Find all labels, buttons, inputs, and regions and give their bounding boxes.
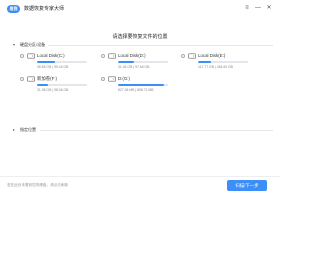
divider [40, 130, 273, 131]
scan-next-button[interactable]: 扫描/下一步 [227, 180, 267, 191]
hard-disk-icon [108, 53, 116, 59]
drive-size: 31.04 GB | 97.66 GB [118, 65, 150, 69]
page-heading: 请选择要恢复文件的位置 [112, 34, 168, 40]
drive-name: D:(G:) [118, 76, 130, 81]
close-icon[interactable]: ✕ [265, 4, 273, 12]
drive-radio[interactable] [181, 54, 185, 58]
refresh-hint[interactable]: 若在此处未看到您的硬盘，请点击刷新 [7, 183, 68, 188]
drive-radio[interactable] [20, 54, 24, 58]
drive-item[interactable]: Local Disk(D:) 31.04 GB | 97.66 GB [101, 52, 171, 74]
section-specific[interactable]: ▸ 指定位置 [13, 127, 36, 133]
drive-item[interactable]: Local Disk(C:) 35.65 GB | 99.44 GB [20, 52, 90, 74]
usb-disk-icon [108, 76, 116, 82]
drive-name: Local Disk(C:) [37, 53, 65, 58]
drive-size: 117.77 GB | 454.60 GB [198, 65, 233, 69]
drive-usage-bar [118, 61, 168, 63]
drive-name: 新加卷(F:) [37, 76, 57, 81]
drive-usage-bar [37, 84, 87, 86]
section-drives-label: 硬盘分区/设备 [20, 42, 46, 47]
drive-size: 21.08 GB | 98.06 GB [37, 88, 69, 92]
menu-icon[interactable]: ≡ [243, 4, 251, 12]
section-drives[interactable]: ▾ 硬盘分区/设备 [13, 42, 46, 48]
drive-name: Local Disk(E:) [198, 53, 226, 58]
chevron-down-icon: ▾ [13, 42, 16, 47]
minimize-icon[interactable]: — [254, 4, 262, 12]
drive-radio[interactable] [101, 54, 105, 58]
drive-item[interactable]: D:(G:) 827.36 MB | 898.72 MB [101, 75, 171, 97]
hard-disk-icon [188, 53, 196, 59]
drive-usage-fill [37, 84, 48, 86]
drive-usage-fill [118, 84, 164, 86]
app-title: 数据恢复专家大师 [24, 6, 65, 12]
drive-size: 827.36 MB | 898.72 MB [118, 88, 154, 92]
chevron-right-icon: ▸ [13, 127, 16, 132]
drive-name: Local Disk(D:) [118, 53, 146, 58]
title-bar: 易我 数据恢复专家大师 ≡ — ✕ [0, 0, 280, 18]
drive-usage-fill [118, 61, 134, 63]
drive-usage-bar [118, 84, 168, 86]
hard-disk-icon [27, 76, 35, 82]
drive-size: 35.65 GB | 99.44 GB [37, 65, 69, 69]
drive-usage-fill [37, 61, 55, 63]
divider [48, 45, 273, 46]
section-specific-label: 指定位置 [20, 127, 36, 132]
drive-item[interactable]: 新加卷(F:) 21.08 GB | 98.06 GB [20, 75, 90, 97]
drive-usage-fill [198, 61, 211, 63]
hard-disk-icon [27, 53, 35, 59]
drive-item[interactable]: Local Disk(E:) 117.77 GB | 454.60 GB [181, 52, 251, 74]
drive-radio[interactable] [101, 77, 105, 81]
drive-usage-bar [198, 61, 248, 63]
drive-radio[interactable] [20, 77, 24, 81]
footer-divider [0, 176, 280, 177]
drive-usage-bar [37, 61, 87, 63]
app-logo: 易我 [7, 5, 20, 13]
